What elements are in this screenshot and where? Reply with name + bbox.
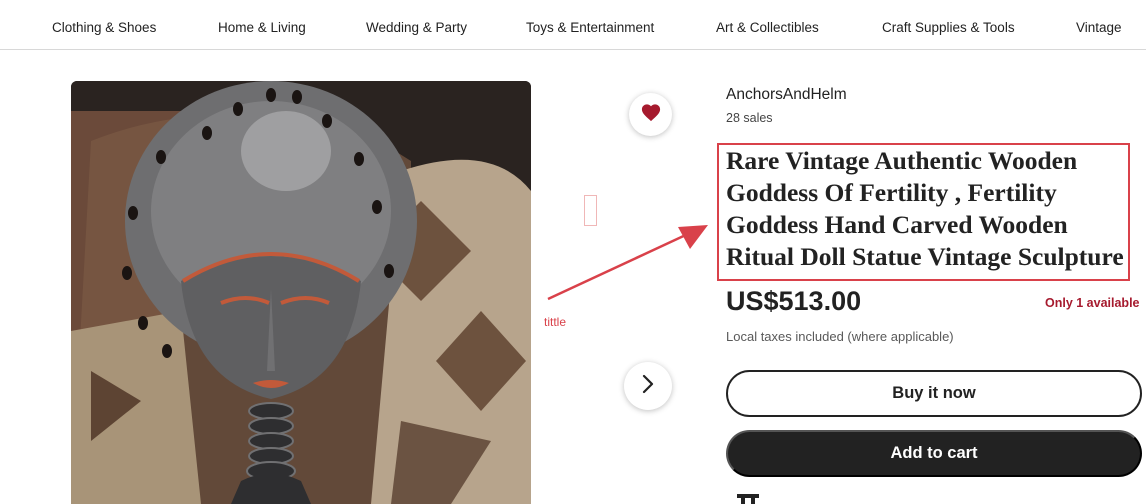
nav-home-living[interactable]: Home & Living [218, 20, 306, 35]
annotation-label: tittle [544, 315, 567, 329]
availability-badge: Only 1 available [1045, 296, 1140, 310]
favorite-button[interactable] [629, 93, 672, 136]
shop-name-link[interactable]: AnchorsAndHelm [726, 86, 847, 104]
sales-count: 28 sales [726, 111, 773, 125]
listing-title: Rare Vintage Authentic Wooden Goddess Of… [726, 146, 1124, 271]
truck-icon [737, 494, 759, 504]
chevron-right-icon [640, 374, 656, 399]
nav-art-collectibles[interactable]: Art & Collectibles [716, 20, 819, 35]
nav-vintage[interactable]: Vintage [1076, 20, 1122, 35]
heart-icon [640, 102, 662, 127]
product-image[interactable] [71, 81, 531, 504]
category-nav: Clothing & Shoes Home & Living Wedding &… [0, 0, 1146, 50]
nav-craft-supplies[interactable]: Craft Supplies & Tools [882, 20, 1015, 35]
nav-wedding-party[interactable]: Wedding & Party [366, 20, 467, 35]
add-to-cart-button[interactable]: Add to cart [726, 430, 1142, 477]
tax-note: Local taxes included (where applicable) [726, 329, 954, 344]
buy-now-button[interactable]: Buy it now [726, 370, 1142, 417]
annotation-arrow [547, 225, 708, 301]
next-image-button[interactable] [624, 362, 672, 410]
price: US$513.00 [726, 286, 862, 316]
nav-clothing-shoes[interactable]: Clothing & Shoes [52, 20, 156, 35]
nav-toys-entertainment[interactable]: Toys & Entertainment [526, 20, 654, 35]
